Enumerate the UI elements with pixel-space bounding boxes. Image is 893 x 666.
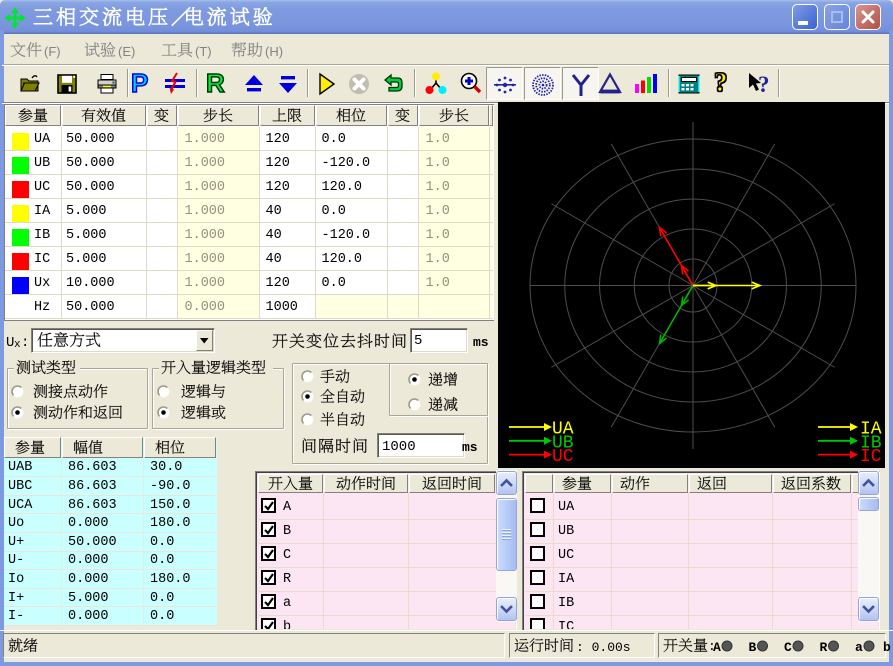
svg-text:IC: IC [860,447,882,467]
svg-text:B: B [749,640,757,655]
svg-text:UC: UC [552,447,574,467]
svg-text:?: ? [758,72,770,96]
svg-text:b: b [883,640,891,655]
svg-text:A: A [713,640,721,655]
svg-text:R: R [820,640,828,655]
svg-text:C: C [784,640,792,655]
svg-text:a: a [855,640,863,655]
